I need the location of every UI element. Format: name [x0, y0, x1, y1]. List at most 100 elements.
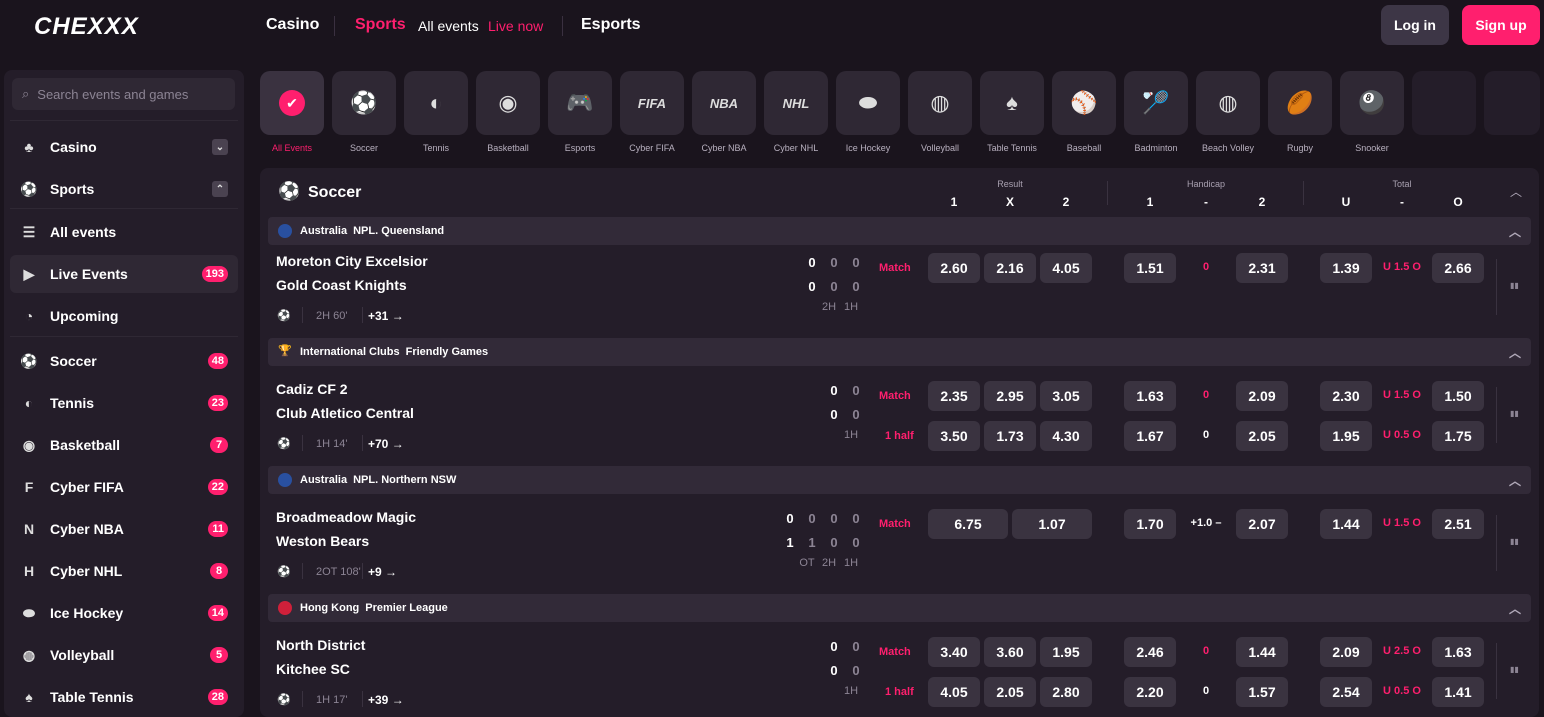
handicap-odds-button[interactable]: 2.31: [1236, 253, 1288, 283]
handicap-odds-button[interactable]: 1.51: [1124, 253, 1176, 283]
sidebar-item-volleyball[interactable]: ◍ Volleyball 5: [10, 636, 238, 674]
sidebar-item-tennis[interactable]: ◐ Tennis 23: [10, 384, 238, 422]
collapse-icon[interactable]: ︿: [1509, 344, 1521, 361]
handicap-odds-button[interactable]: 1.63: [1124, 381, 1176, 411]
category-ice-hockey[interactable]: ⬬: [836, 71, 900, 135]
handicap-odds-button[interactable]: 2.20: [1124, 677, 1176, 707]
odds-button[interactable]: 4.30: [1040, 421, 1092, 451]
total-under-button[interactable]: 2.09: [1320, 637, 1372, 667]
category-baseball[interactable]: ⚾: [1052, 71, 1116, 135]
away-team[interactable]: Club Atletico Central: [276, 405, 414, 421]
category-tennis[interactable]: ◐: [404, 71, 468, 135]
total-under-button[interactable]: 1.44: [1320, 509, 1372, 539]
stats-chart-icon[interactable]: ▮▮: [1510, 281, 1519, 290]
home-team[interactable]: Cadiz CF 2: [276, 381, 348, 397]
odds-button[interactable]: 1.07: [1012, 509, 1092, 539]
odds-button[interactable]: 2.80: [1040, 677, 1092, 707]
sidebar-item-cyber-nba[interactable]: N Cyber NBA 11: [10, 510, 238, 548]
total-over-button[interactable]: 2.51: [1432, 509, 1484, 539]
handicap-odds-button[interactable]: 2.05: [1236, 421, 1288, 451]
odds-button[interactable]: 1.95: [1040, 637, 1092, 667]
odds-button[interactable]: 2.35: [928, 381, 980, 411]
total-over-button[interactable]: 1.41: [1432, 677, 1484, 707]
sidebar-item-all-events[interactable]: ☰ All events: [10, 213, 238, 251]
category-cyber-nba[interactable]: NBA: [692, 71, 756, 135]
category-rugby[interactable]: 🏉: [1268, 71, 1332, 135]
login-button[interactable]: Log in: [1381, 5, 1449, 45]
home-team[interactable]: Moreton City Excelsior: [276, 253, 428, 269]
odds-button[interactable]: 3.40: [928, 637, 980, 667]
league-header[interactable]: Hong Kong Premier League ︿: [268, 594, 1531, 622]
nav-esports[interactable]: Esports: [581, 16, 641, 34]
odds-button[interactable]: 3.05: [1040, 381, 1092, 411]
nav-sports[interactable]: Sports: [355, 16, 406, 34]
odds-button[interactable]: 4.05: [1040, 253, 1092, 283]
handicap-odds-button[interactable]: 1.44: [1236, 637, 1288, 667]
more-markets-link[interactable]: +31 →: [368, 309, 404, 323]
home-team[interactable]: Broadmeadow Magic: [276, 509, 416, 525]
nav-casino[interactable]: Casino: [266, 16, 319, 34]
sidebar-item-live-events[interactable]: ▶ Live Events 193: [10, 255, 238, 293]
odds-button[interactable]: 3.60: [984, 637, 1036, 667]
stats-chart-icon[interactable]: ▮▮: [1510, 665, 1519, 674]
odds-button[interactable]: 3.50: [928, 421, 980, 451]
category-all-events[interactable]: ✔: [260, 71, 324, 135]
nav-all-events[interactable]: All events: [418, 18, 479, 34]
away-team[interactable]: Gold Coast Knights: [276, 277, 407, 293]
handicap-odds-button[interactable]: 1.70: [1124, 509, 1176, 539]
league-header[interactable]: Australia NPL. Queensland ︿: [268, 217, 1531, 245]
total-under-button[interactable]: 2.30: [1320, 381, 1372, 411]
total-over-button[interactable]: 2.66: [1432, 253, 1484, 283]
category-soccer[interactable]: ⚽: [332, 71, 396, 135]
sidebar-item-casino[interactable]: ♣ Casino ⌄: [10, 128, 238, 166]
collapse-icon[interactable]: ︿: [1509, 600, 1521, 617]
handicap-odds-button[interactable]: 2.09: [1236, 381, 1288, 411]
chevron-up-icon[interactable]: ⌃: [212, 181, 228, 197]
collapse-icon[interactable]: ︿: [1509, 472, 1521, 489]
handicap-odds-button[interactable]: 2.46: [1124, 637, 1176, 667]
stats-chart-icon[interactable]: ▮▮: [1510, 409, 1519, 418]
category-basketball[interactable]: ◉: [476, 71, 540, 135]
more-markets-link[interactable]: +39 →: [368, 693, 404, 707]
stats-chart-icon[interactable]: ▮▮: [1510, 537, 1519, 546]
odds-button[interactable]: 2.16: [984, 253, 1036, 283]
sidebar-item-upcoming[interactable]: ◔ Upcoming: [10, 297, 238, 335]
sidebar-item-table-tennis[interactable]: ♠ Table Tennis 28: [10, 678, 238, 716]
away-team[interactable]: Kitchee SC: [276, 661, 350, 677]
total-over-button[interactable]: 1.75: [1432, 421, 1484, 451]
total-under-button[interactable]: 1.95: [1320, 421, 1372, 451]
odds-button[interactable]: 2.95: [984, 381, 1036, 411]
sidebar-item-soccer[interactable]: ⚽ Soccer 48: [10, 342, 238, 380]
more-markets-link[interactable]: +70 →: [368, 437, 404, 451]
odds-button[interactable]: 4.05: [928, 677, 980, 707]
category-snooker[interactable]: 🎱: [1340, 71, 1404, 135]
category-table-tennis[interactable]: ♠: [980, 71, 1044, 135]
handicap-odds-button[interactable]: 1.57: [1236, 677, 1288, 707]
sidebar-item-cyber-nhl[interactable]: H Cyber NHL 8: [10, 552, 238, 590]
search-input[interactable]: ⌕ Search events and games: [12, 78, 235, 110]
league-header[interactable]: 🏆 International Clubs Friendly Games ︿: [268, 338, 1531, 366]
home-team[interactable]: North District: [276, 637, 365, 653]
category-volleyball[interactable]: ◍: [908, 71, 972, 135]
odds-button[interactable]: 2.60: [928, 253, 980, 283]
total-under-button[interactable]: 1.39: [1320, 253, 1372, 283]
sidebar-item-ice-hockey[interactable]: ⬬ Ice Hockey 14: [10, 594, 238, 632]
total-over-button[interactable]: 1.50: [1432, 381, 1484, 411]
nav-live-now[interactable]: Live now: [488, 18, 543, 34]
signup-button[interactable]: Sign up: [1462, 5, 1540, 45]
category-cyber-nhl[interactable]: NHL: [764, 71, 828, 135]
sidebar-item-sports[interactable]: ⚽ Sports ⌃: [10, 170, 238, 208]
handicap-odds-button[interactable]: 2.07: [1236, 509, 1288, 539]
total-under-button[interactable]: 2.54: [1320, 677, 1372, 707]
category-esports[interactable]: 🎮: [548, 71, 612, 135]
odds-button[interactable]: 2.05: [984, 677, 1036, 707]
collapse-icon[interactable]: ︿: [1510, 183, 1522, 200]
handicap-odds-button[interactable]: 1.67: [1124, 421, 1176, 451]
collapse-icon[interactable]: ︿: [1509, 223, 1521, 240]
more-markets-link[interactable]: +9 →: [368, 565, 397, 579]
category-badminton[interactable]: 🏸: [1124, 71, 1188, 135]
sidebar-item-cyber-fifa[interactable]: F Cyber FIFA 22: [10, 468, 238, 506]
away-team[interactable]: Weston Bears: [276, 533, 369, 549]
chevron-down-icon[interactable]: ⌄: [212, 139, 228, 155]
category-cyber-fifa[interactable]: FIFA: [620, 71, 684, 135]
